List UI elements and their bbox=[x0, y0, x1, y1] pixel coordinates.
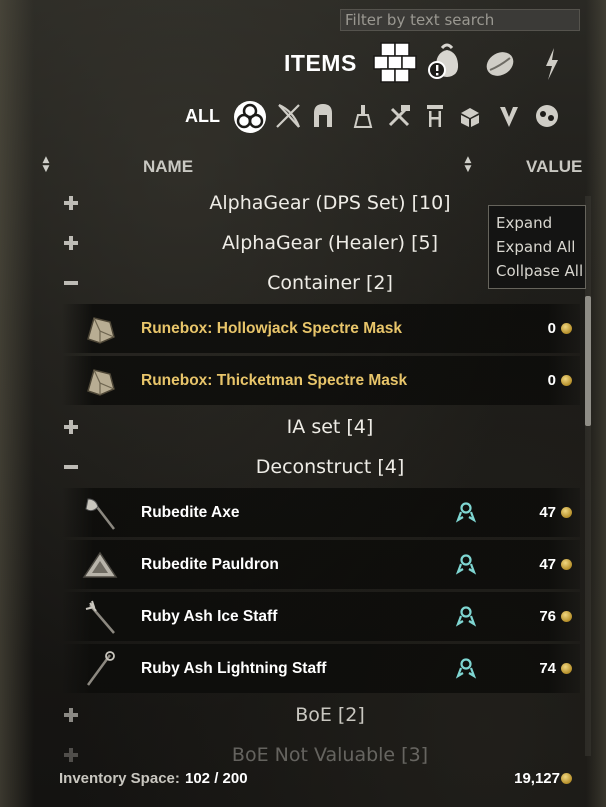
item-name: Rubedite Axe bbox=[141, 504, 240, 521]
group-label: IA set [4] bbox=[286, 416, 374, 438]
item-row[interactable]: Ruby Ash Ice Staff 76 bbox=[62, 592, 580, 641]
group-label: BoE Not Valuable [3] bbox=[231, 744, 429, 766]
item-name: Ruby Ash Lightning Staff bbox=[141, 660, 327, 677]
item-row[interactable]: Runebox: Thicketman Spectre Mask 0 bbox=[62, 356, 580, 405]
item-name: Ruby Ash Ice Staff bbox=[141, 608, 278, 625]
item-value: 0 bbox=[547, 320, 556, 337]
item-value: 0 bbox=[547, 372, 556, 389]
item-row[interactable]: Rubedite Axe 47 bbox=[62, 488, 580, 537]
gold-coin-icon bbox=[561, 559, 572, 570]
quest-bag-icon[interactable] bbox=[423, 40, 471, 88]
gold-coin-icon bbox=[561, 323, 572, 334]
research-trait-icon bbox=[455, 501, 477, 523]
group-row[interactable]: BoE [2] bbox=[0, 695, 580, 735]
gold-coin-icon bbox=[561, 611, 572, 622]
items-cubes-icon[interactable] bbox=[370, 40, 418, 88]
frame-left-edge bbox=[0, 0, 34, 807]
item-value: 76 bbox=[539, 608, 556, 625]
item-name: Runebox: Hollowjack Spectre Mask bbox=[141, 320, 402, 337]
item-value: 74 bbox=[539, 660, 556, 677]
sort-name-arrows-icon[interactable]: ▲ ▼ bbox=[462, 156, 474, 174]
pauldron-icon bbox=[80, 545, 120, 585]
context-menu: Expand Expand All Collpase All bbox=[488, 205, 586, 289]
junk-filter-icon[interactable] bbox=[494, 101, 524, 131]
menu-item-expand-all[interactable]: Expand All bbox=[496, 238, 575, 256]
armor-icon[interactable] bbox=[308, 101, 338, 131]
materials-icon[interactable] bbox=[384, 101, 414, 131]
sort-all-arrows-icon[interactable]: ▲ ▼ bbox=[40, 156, 52, 174]
junk-icon[interactable] bbox=[476, 40, 524, 88]
search-input[interactable]: Filter by text search bbox=[340, 9, 580, 31]
all-triquetra-icon[interactable] bbox=[232, 99, 268, 135]
inventory-space-label: Inventory Space: bbox=[59, 770, 180, 787]
item-value: 47 bbox=[539, 556, 556, 573]
item-value: 47 bbox=[539, 504, 556, 521]
item-name: Rubedite Pauldron bbox=[141, 556, 279, 573]
research-trait-icon bbox=[455, 605, 477, 627]
inventory-space-value: 102 / 200 bbox=[185, 770, 248, 787]
group-label: Deconstruct [4] bbox=[255, 456, 405, 478]
weapons-icon[interactable] bbox=[273, 101, 303, 131]
menu-item-expand[interactable]: Expand bbox=[496, 214, 552, 232]
group-row[interactable]: BoE Not Valuable [3] bbox=[0, 735, 580, 775]
gold-coin-icon bbox=[561, 375, 572, 386]
gold-coin-icon bbox=[561, 663, 572, 674]
gold-coin-icon bbox=[561, 773, 572, 784]
item-row[interactable]: Ruby Ash Lightning Staff 74 bbox=[62, 644, 580, 693]
runebox-icon bbox=[80, 309, 120, 349]
companion-icon[interactable] bbox=[532, 101, 562, 131]
quickslot-icon[interactable] bbox=[528, 40, 576, 88]
column-header-value[interactable]: VALUE bbox=[526, 157, 582, 177]
research-trait-icon bbox=[455, 553, 477, 575]
ice-staff-icon bbox=[80, 597, 120, 637]
group-row[interactable]: Deconstruct [4] bbox=[0, 447, 580, 487]
gold-total: 19,127 bbox=[514, 770, 560, 787]
item-row[interactable]: Runebox: Hollowjack Spectre Mask 0 bbox=[62, 304, 580, 353]
consumables-icon[interactable] bbox=[348, 101, 378, 131]
furnishing-icon[interactable] bbox=[420, 101, 450, 131]
menu-item-collapse-all[interactable]: Collpase All bbox=[496, 262, 583, 280]
scrollbar-thumb[interactable] bbox=[585, 296, 591, 426]
column-header-name[interactable]: NAME bbox=[143, 157, 193, 177]
axe-icon bbox=[80, 493, 120, 533]
research-trait-icon bbox=[455, 657, 477, 679]
lightning-staff-icon bbox=[80, 649, 120, 689]
filter-all-label[interactable]: ALL bbox=[185, 106, 220, 127]
misc-icon[interactable] bbox=[456, 101, 486, 131]
group-label: BoE [2] bbox=[295, 704, 365, 726]
runebox-icon bbox=[80, 361, 120, 401]
gold-coin-icon bbox=[561, 507, 572, 518]
group-row[interactable]: IA set [4] bbox=[0, 407, 580, 447]
item-row[interactable]: Rubedite Pauldron 47 bbox=[62, 540, 580, 589]
item-name: Runebox: Thicketman Spectre Mask bbox=[141, 372, 408, 389]
category-title: ITEMS bbox=[284, 50, 357, 76]
